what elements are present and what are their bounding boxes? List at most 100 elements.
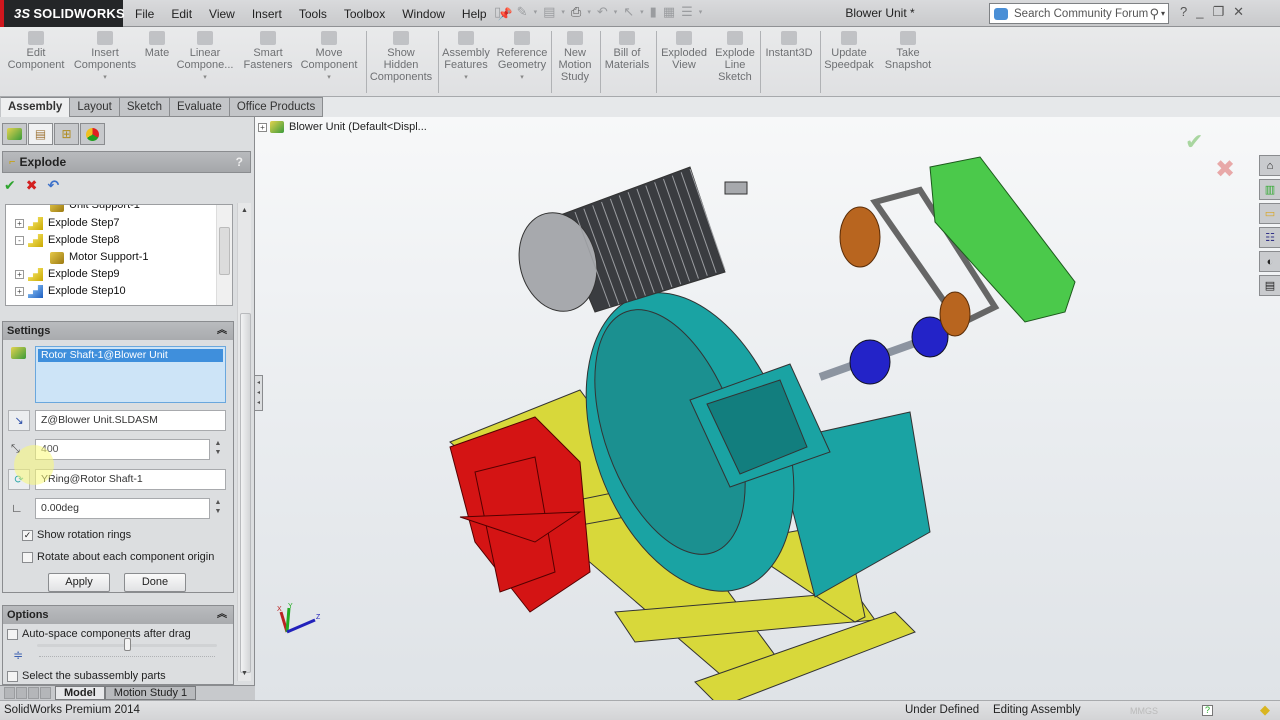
menu-help[interactable]: Help: [462, 7, 487, 21]
rebuild-status-icon[interactable]: ◆: [1260, 702, 1270, 718]
bom-button[interactable]: Bill of Materials: [602, 31, 652, 71]
display-manager-tab[interactable]: [80, 123, 105, 145]
expand-icon[interactable]: +: [15, 219, 24, 228]
expand-icon[interactable]: +: [15, 270, 24, 279]
checkbox-unchecked[interactable]: [22, 551, 33, 563]
tab-model[interactable]: Model: [55, 686, 105, 700]
expand-icon[interactable]: +: [258, 122, 267, 132]
close-icon[interactable]: ✕: [1233, 4, 1244, 20]
distance-spinner[interactable]: ▲ ▼: [211, 439, 225, 460]
view-palette-icon[interactable]: ☷: [1259, 227, 1280, 248]
motion-study-button[interactable]: New Motion Study: [553, 31, 597, 83]
feature-tree-tab[interactable]: [2, 123, 27, 145]
settings-group-header[interactable]: Settings ︽: [3, 322, 233, 340]
help-icon[interactable]: ?: [236, 155, 243, 169]
tab-office-products[interactable]: Office Products: [229, 97, 324, 117]
appearances-icon[interactable]: ◐: [1259, 251, 1280, 272]
blower-assembly-model[interactable]: [435, 142, 1115, 700]
expand-icon[interactable]: +: [15, 287, 24, 296]
undo-icon[interactable]: ↶: [47, 177, 59, 194]
menu-insert[interactable]: Insert: [252, 7, 282, 21]
print-icon[interactable]: ⎙: [571, 4, 581, 20]
explode-steps-list[interactable]: Unit Support-1 + Explode Step7 - Explode Ste…: [5, 204, 233, 306]
checkbox-checked[interactable]: ✓: [22, 529, 33, 541]
dropdown-arrow-icon[interactable]: ▾: [298, 72, 360, 84]
unit-system[interactable]: MMGS: [1130, 706, 1158, 716]
rotor-shaft[interactable]: [818, 316, 962, 385]
apply-button[interactable]: Apply: [48, 573, 110, 592]
explode-step-item[interactable]: + Explode Step10: [15, 283, 126, 300]
explode-step-item[interactable]: Motor Support-1: [50, 249, 148, 266]
select-subassembly-checkbox[interactable]: Select the subassembly parts: [7, 670, 166, 682]
custom-properties-icon[interactable]: ▤: [1259, 275, 1280, 296]
explode-step-item[interactable]: + Explode Step9: [15, 266, 120, 283]
collapse-icon[interactable]: ︽: [217, 322, 227, 340]
tree-root-label[interactable]: Blower Unit (Default<Displ...: [289, 121, 427, 133]
open-document-icon[interactable]: ✎: [517, 4, 528, 20]
auto-space-checkbox[interactable]: Auto-space components after drag: [7, 628, 191, 640]
select-icon[interactable]: ↖: [623, 4, 634, 20]
search-community-forum[interactable]: Search Community Forum ⚲ ▾: [989, 3, 1169, 24]
explode-step-item[interactable]: Unit Support-1: [50, 205, 140, 214]
tab-layout[interactable]: Layout: [70, 97, 120, 117]
options-icon[interactable]: ☰: [681, 4, 693, 20]
mate-button[interactable]: Mate: [142, 31, 172, 59]
rotation-axis-button[interactable]: ⟳: [8, 469, 30, 490]
search-input[interactable]: Search Community Forum: [1014, 8, 1149, 20]
explode-direction-field[interactable]: Z@Blower Unit.SLDASM: [35, 410, 226, 431]
confirmation-cancel-icon[interactable]: ✖: [1215, 155, 1235, 184]
reference-geometry-button[interactable]: Reference Geometry ▾: [495, 31, 549, 84]
menu-toolbox[interactable]: Toolbox: [344, 7, 385, 21]
last-tab-icon[interactable]: [40, 687, 51, 699]
edit-component-button[interactable]: Edit Component: [5, 31, 67, 71]
rotation-angle-input[interactable]: 0.00deg: [35, 498, 210, 519]
steps-scrollbar[interactable]: [216, 205, 232, 305]
solidworks-logo[interactable]: 3S SOLIDWORKS: [0, 0, 125, 27]
new-document-icon[interactable]: ▯: [494, 4, 501, 20]
spacing-slider-thumb[interactable]: [124, 638, 131, 651]
dropdown-arrow-icon[interactable]: ▾: [72, 72, 138, 84]
insert-components-button[interactable]: Insert Components ▾: [72, 31, 138, 84]
menu-window[interactable]: Window: [402, 7, 445, 21]
prev-tab-icon[interactable]: [16, 687, 27, 699]
scroll-thumb[interactable]: [240, 313, 251, 673]
linear-pattern-button[interactable]: Linear Compone... ▾: [176, 31, 234, 84]
tab-motion-study-1[interactable]: Motion Study 1: [104, 686, 197, 700]
collapse-icon[interactable]: -: [15, 236, 24, 245]
scroll-down-icon[interactable]: ▼: [241, 670, 248, 677]
instant3d-button[interactable]: Instant3D: [762, 31, 816, 59]
scroll-up-icon[interactable]: ▲: [241, 207, 248, 214]
configuration-manager-tab[interactable]: ⊞: [54, 123, 79, 145]
dropdown-arrow-icon[interactable]: ▾: [440, 72, 492, 84]
help-icon[interactable]: ?: [1180, 4, 1187, 20]
assembly-features-button[interactable]: Assembly Features ▾: [440, 31, 492, 84]
minimize-icon[interactable]: _: [1196, 4, 1203, 20]
tab-sketch[interactable]: Sketch: [119, 97, 171, 117]
menu-edit[interactable]: Edit: [171, 7, 192, 21]
explode-distance-input[interactable]: 400: [35, 439, 210, 460]
first-tab-icon[interactable]: [4, 687, 15, 699]
explode-step-item[interactable]: + Explode Step7: [15, 215, 120, 232]
show-rotation-rings-checkbox[interactable]: ✓ Show rotation rings: [22, 529, 131, 541]
smart-fasteners-button[interactable]: Smart Fasteners: [242, 31, 294, 71]
property-manager-tab[interactable]: ▤: [28, 123, 53, 145]
menu-view[interactable]: View: [209, 7, 235, 21]
exploded-view-button[interactable]: Exploded View: [658, 31, 710, 71]
next-tab-icon[interactable]: [28, 687, 39, 699]
menu-tools[interactable]: Tools: [299, 7, 327, 21]
graphics-area[interactable]: + Blower Unit (Default<Displ... ◂ ◂ ◂ ✔ …: [255, 117, 1280, 700]
angle-spinner[interactable]: ▲ ▼: [211, 498, 225, 519]
explode-line-button[interactable]: Explode Line Sketch: [712, 31, 758, 83]
checkbox-unchecked[interactable]: [7, 628, 18, 640]
selected-component[interactable]: Rotor Shaft-1@Blower Unit: [38, 349, 223, 362]
checkbox-unchecked[interactable]: [7, 670, 18, 682]
dropdown-arrow-icon[interactable]: ▾: [176, 72, 234, 84]
search-icon[interactable]: ⚲: [1149, 6, 1159, 22]
tab-assembly[interactable]: Assembly: [0, 97, 71, 117]
ok-check-icon[interactable]: ✔: [4, 177, 16, 194]
panel-scrollbar[interactable]: ▲ ▼: [237, 203, 251, 681]
rebuild-icon[interactable]: ▮: [650, 4, 657, 20]
design-library-icon[interactable]: ▥: [1259, 179, 1280, 200]
restore-icon[interactable]: ❐: [1212, 4, 1224, 20]
done-button[interactable]: Done: [124, 573, 186, 592]
